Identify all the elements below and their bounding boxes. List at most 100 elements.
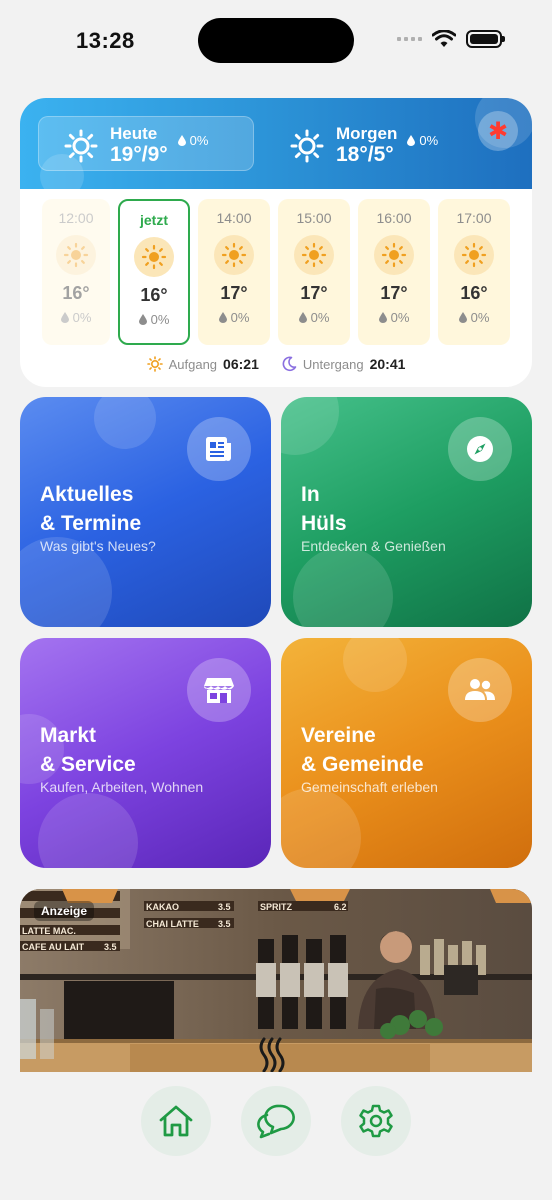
hourly-cell[interactable]: 17:00 16° 0% [438,199,510,345]
wifi-icon [432,30,456,47]
hourly-cell[interactable]: 16:00 17° 0% [358,199,430,345]
menu-item: CHAI LATTE [146,919,199,929]
status-icons [397,30,505,48]
sunrise-icon [146,356,163,372]
sunset-time: 20:41 [369,356,406,372]
tile-clubs-community[interactable]: Vereine & Gemeinde Gemeinschaft erleben [281,638,532,868]
sun-icon [64,129,98,163]
hourly-rain: 0% [120,312,188,327]
newspaper-icon [206,437,231,461]
tile-title-line2: Hüls [301,512,347,535]
tile-title-line2: & Gemeinde [301,753,424,776]
raindrop-icon [378,312,387,323]
tile-in-huels[interactable]: In Hüls Entdecken & Genießen [281,397,532,627]
today-rain-value: 0% [189,132,209,148]
sun-icon [381,242,407,268]
nav-home-button[interactable] [141,1086,211,1156]
weather-alert-button[interactable]: ✱ [478,111,518,151]
gear-icon [359,1104,393,1138]
hourly-cell[interactable]: jetzt 16° 0% [118,199,190,345]
tile-title: Aktuelles & Termine [40,480,141,538]
hourly-rain-value: 0% [390,310,410,325]
compass-icon [467,436,493,462]
sun-icon [290,129,324,163]
sun-icon [461,242,487,268]
tile-title-line2: & Termine [40,512,142,535]
dynamic-island [198,18,354,63]
status-bar: 13:28 [0,0,552,80]
tomorrow-rain-value: 0% [419,132,439,148]
sunrise: Aufgang 06:21 [146,356,259,372]
raindrop-icon [60,312,69,323]
hourly-forecast[interactable]: 12:00 16° 0% jetzt 16° 0% 14:00 17° 0% 15:00 17° 0%… [38,199,516,345]
tile-icon-circle [187,417,251,481]
asterisk-alert-icon: ✱ [487,117,509,145]
hourly-sun-badge [294,235,334,275]
menu-item: CAFE AU LAIT [22,942,85,952]
weather-summary: Heute 19°/9° 0% Morgen 18°/5° 0% ✱ [20,98,532,189]
today-forecast: Heute 19°/9° 0% [64,125,208,167]
tile-title-line1: Aktuelles [40,483,134,506]
tomorrow-forecast: Morgen 18°/5° 0% [290,125,438,167]
tile-title-line1: In [301,483,320,506]
tile-icon-circle [187,658,251,722]
battery-icon [466,30,505,48]
raindrop-icon [298,312,307,323]
tile-subtitle: Was gibt's Neues? [40,538,156,554]
hourly-rain: 0% [42,310,110,325]
hourly-time: 17:00 [456,210,492,226]
tomorrow-label: Morgen [336,124,398,143]
tile-news-events[interactable]: Aktuelles & Termine Was gibt's Neues? [20,397,271,627]
hourly-temp: 17° [300,283,328,303]
hourly-temp: 17° [220,283,248,303]
hourly-cell[interactable]: 12:00 16° 0% [42,199,110,345]
hourly-sun-badge [56,235,96,275]
ad-banner[interactable]: Anzeige KAKAO CHAI LATTE LATTE MAC. CAFE… [20,889,532,1072]
raindrop-icon [138,314,147,325]
weather-card[interactable]: Heute 19°/9° 0% Morgen 18°/5° 0% ✱ 12:00… [20,98,532,387]
hourly-rain: 0% [198,310,270,325]
sunrise-label: Aufgang [168,356,218,372]
hourly-cell[interactable]: 14:00 17° 0% [198,199,270,345]
hourly-sun-badge [214,235,254,275]
menu-item: SPRITZ [260,902,293,912]
tile-subtitle: Kaufen, Arbeiten, Wohnen [40,779,204,795]
menu-price: 3.5 [218,919,231,929]
sunset-label: Untergang [302,356,364,372]
hourly-rain: 0% [438,310,510,325]
menu-item: KAKAO [146,902,179,912]
hourly-cell[interactable]: 15:00 17° 0% [278,199,350,345]
raindrop-icon [407,134,416,146]
store-icon [204,678,234,703]
today-rain: 0% [177,132,209,148]
hourly-temp: 17° [380,283,408,303]
tile-market-service[interactable]: Markt & Service Kaufen, Arbeiten, Wohnen [20,638,271,868]
hourly-rain: 0% [278,310,350,325]
nav-settings-button[interactable] [341,1086,411,1156]
hourly-sun-badge [374,235,414,275]
tile-title-line2: & Service [40,753,136,776]
sun-icon [221,242,247,268]
hourly-rain: 0% [358,310,430,325]
hourly-time: jetzt [140,212,168,228]
tile-icon-circle [448,417,512,481]
hourly-sun-badge [134,237,174,277]
sunrise-time: 06:21 [223,356,259,372]
hourly-temp: 16° [460,283,488,303]
sun-icon [301,242,327,268]
raindrop-icon [458,312,467,323]
hourly-rain-value: 0% [72,310,92,325]
menu-price: 6.2 [334,902,347,912]
nav-chat-button[interactable] [241,1086,311,1156]
today-temps: 19°/9° [110,143,168,166]
cellular-signal-icon [397,37,422,41]
today-label: Heute [110,124,158,143]
hourly-rain-value: 0% [230,310,250,325]
ad-menu-board: KAKAO CHAI LATTE LATTE MAC. CAFE AU LAIT… [20,889,532,1072]
menu-item: LATTE MAC. [22,926,76,936]
status-time: 13:28 [76,28,135,53]
home-icon [159,1105,193,1137]
hourly-sun-badge [454,235,494,275]
raindrop-icon [218,312,227,323]
hourly-rain-value: 0% [150,312,170,327]
